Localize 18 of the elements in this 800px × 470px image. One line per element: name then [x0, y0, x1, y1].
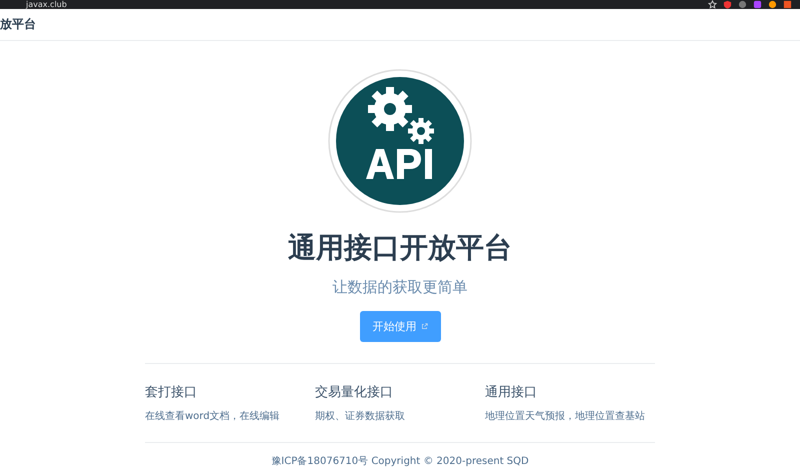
feature-title: 套打接口 — [145, 384, 198, 402]
feature-description: 地理位置天气预报，地理位置查基站 — [485, 410, 646, 424]
feature-description: 在线查看word文档，在线编辑 — [145, 410, 281, 424]
site-title[interactable]: 放平台 — [0, 16, 36, 33]
feature-title: 通用接口 — [485, 384, 538, 402]
footer-copyright: 豫ICP备18076710号 Copyright © 2020-present SQD — [271, 455, 529, 469]
square-icon[interactable] — [753, 0, 762, 9]
hero-subtitle: 让数据的获取更简单 — [332, 277, 468, 297]
address-bar-url[interactable]: javax.club — [26, 0, 67, 9]
feature-description: 期权、证券数据获取 — [315, 410, 406, 424]
circle-icon[interactable] — [768, 0, 777, 9]
feature-title: 交易量化接口 — [315, 384, 394, 402]
circle-icon[interactable] — [738, 0, 747, 9]
square-icon[interactable] — [783, 0, 792, 9]
shield-icon[interactable] — [723, 0, 732, 9]
external-link-icon — [420, 323, 428, 330]
star-icon[interactable] — [708, 0, 717, 9]
hero-title: 通用接口开放平台 — [288, 231, 512, 265]
